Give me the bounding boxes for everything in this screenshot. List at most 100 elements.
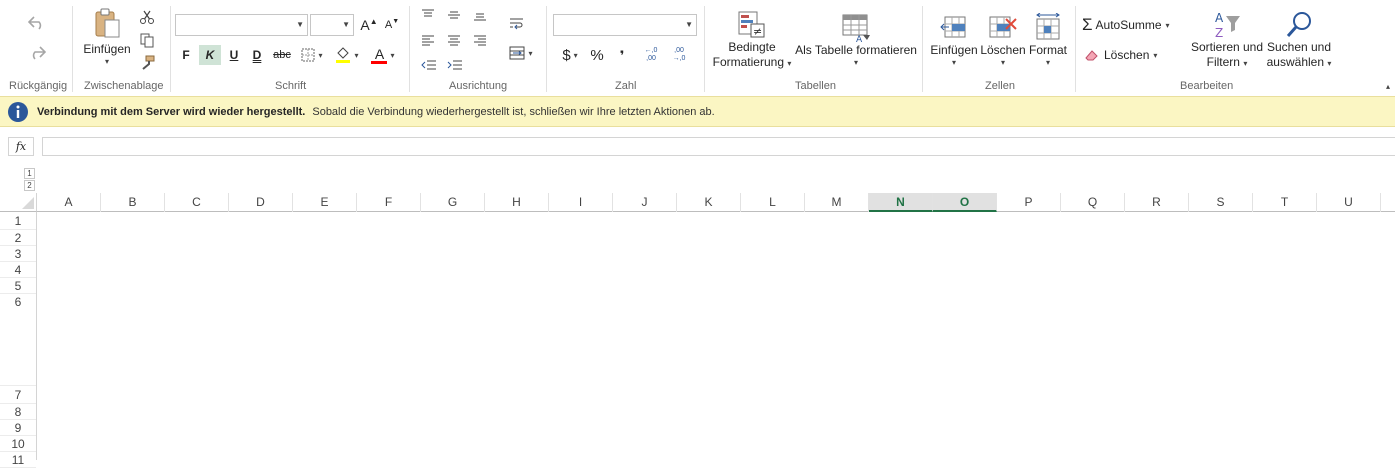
sort-filter-button[interactable]: AZ Sortieren und Filtern ▾ <box>1188 6 1266 74</box>
column-header-r[interactable]: R <box>1125 193 1189 212</box>
row-header-7[interactable]: 7 <box>0 386 36 404</box>
double-underline-button[interactable]: D <box>247 45 267 65</box>
font-name-combo[interactable]: ▼ <box>175 14 308 36</box>
column-header-g[interactable]: G <box>421 193 485 212</box>
percent-button[interactable]: % <box>587 45 607 65</box>
paste-icon <box>95 8 120 38</box>
decrease-indent-button[interactable] <box>418 56 440 74</box>
tables-group: ≠ Bedingte Formatierung ▾ A Als Tabelle … <box>705 0 922 96</box>
column-header-k[interactable]: K <box>677 193 741 212</box>
collapse-ribbon-button[interactable]: ▴ <box>1382 80 1394 92</box>
format-painter-button[interactable] <box>137 54 157 72</box>
column-header-j[interactable]: J <box>613 193 677 212</box>
formula-input[interactable] <box>42 137 1395 156</box>
copy-button[interactable] <box>137 31 157 49</box>
row-header-9[interactable]: 9 <box>0 420 36 436</box>
column-header-t[interactable]: T <box>1253 193 1317 212</box>
percent-icon: % <box>590 46 604 64</box>
find-select-button[interactable]: Suchen und auswählen ▾ <box>1266 6 1332 74</box>
format-as-table-button[interactable]: A Als Tabelle formatieren ▾ <box>795 6 917 74</box>
outline-level-2-button[interactable]: 2 <box>24 180 35 191</box>
clipboard-group: Einfügen ▾ Zwischenablage <box>73 0 170 96</box>
decrease-decimal-icon: ,00 →,0 <box>672 47 686 62</box>
insert-function-button[interactable]: fx <box>8 137 34 156</box>
autosum-button[interactable]: Σ AutoSumme ▾ <box>1082 14 1182 36</box>
column-header-c[interactable]: C <box>165 193 229 212</box>
column-header-q[interactable]: Q <box>1061 193 1125 212</box>
align-bottom-button[interactable] <box>470 6 490 24</box>
row-header-1[interactable]: 1 <box>0 212 36 230</box>
column-header-f[interactable]: F <box>357 193 421 212</box>
row-header-6[interactable]: 6 <box>0 294 36 386</box>
bold-button[interactable]: F <box>176 45 196 65</box>
increase-indent-button[interactable] <box>444 56 466 74</box>
underline-button[interactable]: U <box>224 45 244 65</box>
align-right-button[interactable] <box>470 31 490 49</box>
align-top-button[interactable] <box>418 6 438 24</box>
row-header-5[interactable]: 5 <box>0 278 36 294</box>
row-header-3[interactable]: 3 <box>0 246 36 262</box>
column-header-p[interactable]: P <box>997 193 1061 212</box>
select-all-corner[interactable] <box>0 193 37 212</box>
row-header-8[interactable]: 8 <box>0 404 36 420</box>
paste-label: Einfügen <box>83 42 131 56</box>
column-header-n[interactable]: N <box>869 193 933 212</box>
redo-button[interactable] <box>25 42 49 64</box>
number-format-combo[interactable]: ▼ <box>553 14 697 36</box>
font-color-button[interactable]: A ▾ <box>367 44 399 66</box>
font-size-combo[interactable]: ▼ <box>310 14 354 36</box>
column-header-s[interactable]: S <box>1189 193 1253 212</box>
increase-indent-icon <box>447 60 462 70</box>
shrink-font-button[interactable]: A ▼ <box>383 15 401 35</box>
column-header-u[interactable]: U <box>1317 193 1381 212</box>
column-header-a[interactable]: A <box>37 193 101 212</box>
paste-button[interactable]: Einfügen ▾ <box>81 8 133 66</box>
cut-button[interactable] <box>137 8 157 26</box>
decrease-decimal-button[interactable]: ,00 →,0 <box>667 45 691 65</box>
infobar-title: Verbindung mit dem Server wird wieder he… <box>37 105 306 118</box>
wrap-text-button[interactable] <box>506 14 528 34</box>
align-left-button[interactable] <box>418 31 438 49</box>
currency-button[interactable]: $ ▾ <box>555 45 585 65</box>
column-header-m[interactable]: M <box>805 193 869 212</box>
undo-group: Rückgängig <box>0 0 72 96</box>
delete-cells-button[interactable]: Löschen ▾ <box>979 6 1027 74</box>
align-middle-button[interactable] <box>444 6 464 24</box>
merge-button[interactable]: ▾ <box>504 43 538 63</box>
insert-cells-button[interactable]: Einfügen ▾ <box>929 6 979 74</box>
spreadsheet-grid: 1 2 ABCDEFGHIJKLMNOPQRSTU 1 2 3 4 5 6 7 8 9 10 11 <box>0 164 1395 468</box>
conditional-formatting-label-1: Bedingte <box>728 39 776 54</box>
undo-group-label: Rückgängig <box>9 80 68 92</box>
comma-style-button[interactable]: ❜ <box>613 45 631 65</box>
scissors-icon <box>140 10 154 24</box>
column-header-h[interactable]: H <box>485 193 549 212</box>
column-header-o[interactable]: O <box>933 193 997 212</box>
format-cells-button[interactable]: Format ▾ <box>1027 6 1069 74</box>
column-header-b[interactable]: B <box>101 193 165 212</box>
increase-decimal-button[interactable]: ←,0 ,00 <box>639 45 663 65</box>
clear-button[interactable]: Löschen ▾ <box>1084 44 1174 66</box>
font-group: ▼ ▼ A ▲ A ▼ F K U D abc ▾ ▾ A ▾ Schrift <box>171 0 409 96</box>
connection-infobar: Verbindung mit dem Server wird wieder he… <box>0 96 1395 127</box>
borders-button[interactable]: ▾ <box>297 45 327 65</box>
infobar-message: Sobald die Verbindung wiederhergestellt … <box>312 105 715 118</box>
outline-level-1-button[interactable]: 1 <box>24 168 35 179</box>
row-header-2[interactable]: 2 <box>0 230 36 246</box>
grow-font-button[interactable]: A ▲ <box>360 15 378 35</box>
copy-icon <box>140 33 154 48</box>
column-header-e[interactable]: E <box>293 193 357 212</box>
row-header-10[interactable]: 10 <box>0 436 36 452</box>
row-header-11[interactable]: 11 <box>0 452 36 468</box>
column-header-l[interactable]: L <box>741 193 805 212</box>
undo-button[interactable] <box>25 12 49 34</box>
paste-dropdown-caret[interactable]: ▾ <box>105 57 109 66</box>
conditional-formatting-button[interactable]: ≠ Bedingte Formatierung ▾ <box>709 6 795 74</box>
column-header-d[interactable]: D <box>229 193 293 212</box>
fill-color-button[interactable]: ▾ <box>331 44 363 66</box>
column-header-i[interactable]: I <box>549 193 613 212</box>
italic-button[interactable]: K <box>199 45 221 65</box>
row-header-4[interactable]: 4 <box>0 262 36 278</box>
align-center-button[interactable] <box>444 31 464 49</box>
strikethrough-button[interactable]: abc <box>270 45 294 65</box>
editing-group-label: Bearbeiten <box>1180 80 1234 92</box>
